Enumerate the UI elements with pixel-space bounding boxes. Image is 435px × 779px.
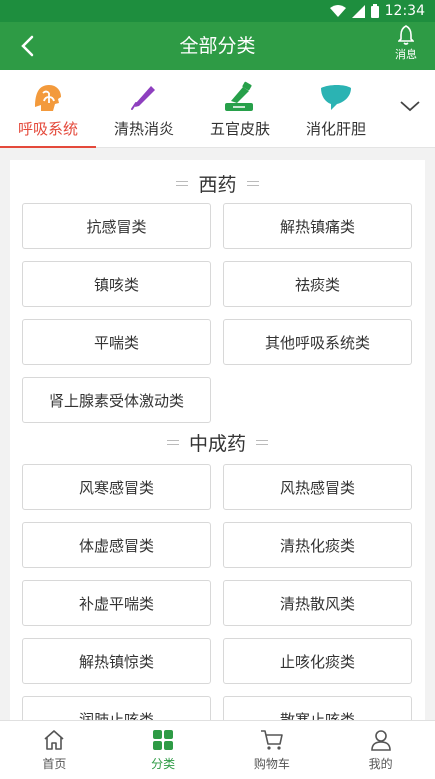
category-label: 五官皮肤: [209, 120, 270, 138]
lungs-icon: [35, 85, 61, 111]
expand-categories-button[interactable]: [399, 98, 423, 118]
bottom-tab-bar: 首页 分类 购物车 我的: [0, 720, 435, 779]
divider-icon: [246, 178, 259, 189]
subcategory-button[interactable]: 清热散风类: [223, 580, 412, 626]
status-bar: 12:34: [0, 0, 435, 22]
cart-icon: [260, 730, 283, 750]
tab-profile[interactable]: 我的: [326, 721, 435, 779]
tab-label: 购物车: [253, 757, 290, 771]
page-title: 全部分类: [179, 35, 256, 57]
subcategory-button[interactable]: 清热化痰类: [223, 522, 412, 568]
tab-label: 我的: [368, 757, 393, 771]
subcategory-button[interactable]: 镇咳类: [22, 261, 211, 307]
active-underline: [0, 146, 96, 148]
subcategory-button[interactable]: 其他呼吸系统类: [223, 319, 412, 365]
section-title-western: 西药: [10, 168, 425, 198]
bell-icon: [398, 25, 414, 45]
divider-icon: [176, 178, 189, 189]
chevron-down-icon: [400, 101, 420, 112]
skin-care-icon: [225, 81, 253, 111]
subcategory-button[interactable]: 润肺止咳类: [22, 696, 211, 720]
subcategory-button[interactable]: 祛痰类: [223, 261, 412, 307]
signal-icon: [351, 4, 365, 18]
user-icon: [370, 730, 391, 751]
subcategory-button[interactable]: 体虚感冒类: [22, 522, 211, 568]
tab-label: 分类: [151, 757, 176, 771]
subcategory-button[interactable]: 平喘类: [22, 319, 211, 365]
section-title-chinese: 中成药: [10, 427, 425, 457]
subcategory-button[interactable]: 解热镇惊类: [22, 638, 211, 684]
subcategory-button[interactable]: 止咳化痰类: [223, 638, 412, 684]
liver-icon: [321, 85, 351, 110]
category-label: 消化肝胆: [305, 120, 366, 138]
tab-label: 首页: [42, 757, 67, 771]
category-tab-digestive[interactable]: 消化肝胆: [288, 70, 384, 148]
subcategory-button[interactable]: 补虚平喘类: [22, 580, 211, 626]
subcategory-button[interactable]: 肾上腺素受体激动类: [22, 377, 211, 423]
tab-cart[interactable]: 购物车: [218, 721, 327, 779]
message-button[interactable]: 消息: [389, 25, 423, 62]
divider-icon: [256, 437, 268, 448]
subcategory-button[interactable]: 风寒感冒类: [22, 464, 211, 510]
subcategory-button[interactable]: 抗感冒类: [22, 203, 211, 249]
subcategory-button[interactable]: 解热镇痛类: [223, 203, 412, 249]
category-tabs: 呼吸系统 清热消炎 五官皮肤 消化肝胆: [0, 70, 435, 148]
thermometer-icon: [131, 86, 155, 110]
home-icon: [44, 730, 64, 750]
tab-category[interactable]: 分类: [109, 721, 218, 779]
status-time: 12:34: [384, 3, 425, 19]
category-tab-respiratory[interactable]: 呼吸系统: [0, 70, 96, 148]
category-label: 清热消炎: [113, 120, 174, 138]
category-tab-antiinflammatory[interactable]: 清热消炎: [96, 70, 192, 148]
category-tab-ent-skin[interactable]: 五官皮肤: [192, 70, 288, 148]
grid-icon: [153, 730, 174, 750]
category-content[interactable]: 西药 抗感冒类 解热镇痛类 镇咳类 祛痰类 平喘类 其他呼吸系统类 肾上腺素受体…: [10, 160, 425, 720]
message-label: 消息: [395, 48, 417, 61]
category-label: 呼吸系统: [17, 120, 78, 138]
wifi-icon: [329, 4, 346, 18]
subcategory-button[interactable]: 风热感冒类: [223, 464, 412, 510]
battery-icon: [370, 4, 379, 18]
app-bar: 全部分类 消息: [0, 22, 435, 70]
subcategory-button[interactable]: 散寒止咳类: [223, 696, 412, 720]
divider-icon: [166, 437, 179, 448]
tab-home[interactable]: 首页: [0, 721, 109, 779]
